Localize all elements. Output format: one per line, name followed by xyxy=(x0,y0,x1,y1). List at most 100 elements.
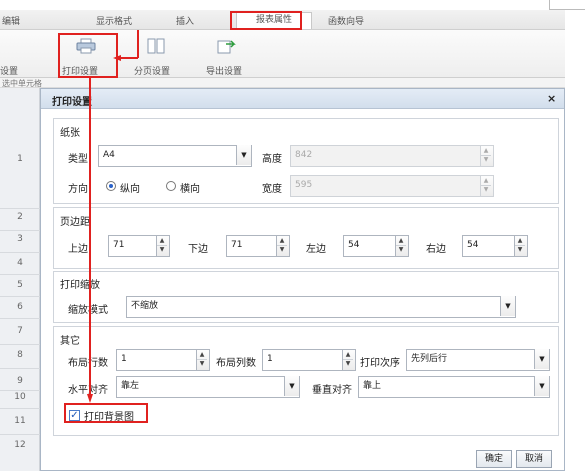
print-order-value: 先列后行 xyxy=(411,354,448,364)
landscape-label: 横向 xyxy=(180,184,200,195)
margin-left-stepper[interactable]: ▲ ▼ xyxy=(395,235,409,257)
margin-right-stepper[interactable]: ▲ ▼ xyxy=(514,235,528,257)
down-arrow-icon[interactable]: ▼ xyxy=(396,245,406,254)
window-corner xyxy=(549,0,585,10)
paging-icon[interactable] xyxy=(146,38,166,54)
row-number: 6 xyxy=(17,302,23,312)
landscape-radio[interactable] xyxy=(166,181,176,191)
export-setup-button[interactable]: 导出设置 xyxy=(206,64,242,77)
layout-rows-stepper[interactable]: ▲ ▼ xyxy=(196,349,210,371)
chevron-down-icon[interactable]: ▼ xyxy=(534,349,549,369)
close-icon[interactable]: × xyxy=(547,92,556,105)
paper-height-value: 842 xyxy=(295,150,313,160)
down-arrow-icon[interactable]: ▼ xyxy=(481,185,491,194)
annotation-line xyxy=(118,57,138,59)
margin-top-input[interactable]: 71 xyxy=(108,235,160,257)
paper-width-input[interactable]: 595 xyxy=(290,175,484,197)
tab-function-wizard[interactable]: 函数向导 xyxy=(328,14,364,27)
margins-section-title: 页边距 xyxy=(60,217,90,228)
chevron-down-icon[interactable]: ▼ xyxy=(500,296,515,316)
margin-left-input[interactable]: 54 xyxy=(343,235,399,257)
ok-button[interactable]: 确定 xyxy=(476,450,512,468)
paper-type-value: A4 xyxy=(103,150,115,160)
horizontal-align-select[interactable]: 靠左 ▼ xyxy=(116,376,300,398)
down-arrow-icon[interactable]: ▼ xyxy=(481,155,491,164)
scale-section-title: 打印缩放 xyxy=(60,280,100,291)
cancel-button[interactable]: 取消 xyxy=(516,450,552,468)
paper-width-label: 宽度 xyxy=(262,184,282,195)
margin-top-stepper[interactable]: ▲ ▼ xyxy=(156,235,170,257)
formula-bar: 选中单元格 xyxy=(0,78,565,88)
row-number: 2 xyxy=(17,212,23,222)
row-number: 4 xyxy=(17,258,23,268)
portrait-radio[interactable] xyxy=(106,181,116,191)
orientation-label: 方向 xyxy=(68,184,88,195)
dialog-title-bar[interactable] xyxy=(41,89,564,109)
margin-right-value: 54 xyxy=(467,240,479,250)
tab-display-format[interactable]: 显示格式 xyxy=(96,14,132,27)
row-divider xyxy=(0,274,40,275)
margin-right-input[interactable]: 54 xyxy=(462,235,518,257)
paper-type-select[interactable]: A4 ▼ xyxy=(98,145,252,167)
annotation-line xyxy=(137,30,139,58)
margin-bottom-stepper[interactable]: ▲ ▼ xyxy=(276,235,290,257)
row-divider xyxy=(0,390,40,391)
tab-insert[interactable]: 插入 xyxy=(176,14,194,27)
layout-rows-label: 布局行数 xyxy=(68,358,108,369)
annotation-box-tab xyxy=(230,11,302,30)
paper-height-stepper[interactable]: ▲ ▼ xyxy=(480,145,494,167)
down-arrow-icon[interactable]: ▼ xyxy=(197,359,207,368)
row-divider xyxy=(0,230,40,231)
export-icon[interactable] xyxy=(216,38,236,54)
annotation-arrow-icon xyxy=(113,55,121,61)
down-arrow-icon[interactable]: ▼ xyxy=(343,359,353,368)
row-number: 7 xyxy=(17,326,23,336)
paper-type-label: 类型 xyxy=(68,154,88,165)
layout-rows-value: 1 xyxy=(121,354,127,364)
vertical-align-select[interactable]: 靠上 ▼ xyxy=(358,376,550,398)
down-arrow-icon[interactable]: ▼ xyxy=(157,245,167,254)
down-arrow-icon[interactable]: ▼ xyxy=(515,245,525,254)
row-divider xyxy=(0,296,40,297)
chevron-down-icon[interactable]: ▼ xyxy=(236,145,251,165)
row-divider xyxy=(0,252,40,253)
layout-cols-input[interactable]: 1 xyxy=(262,349,346,371)
chevron-down-icon[interactable]: ▼ xyxy=(284,376,299,396)
margin-top-label: 上边 xyxy=(68,244,88,255)
annotation-box-print-setup xyxy=(58,33,118,78)
row-number: 10 xyxy=(14,392,26,402)
paper-width-value: 595 xyxy=(295,180,313,190)
other-section-title: 其它 xyxy=(60,336,80,347)
row-number: 1 xyxy=(17,154,23,164)
annotation-line xyxy=(89,78,91,398)
annotation-box-print-background xyxy=(64,403,148,423)
row-number: 5 xyxy=(17,280,23,290)
row-header-column: 1 2 3 4 5 6 7 8 9 10 11 12 xyxy=(0,88,40,471)
chevron-down-icon[interactable]: ▼ xyxy=(534,376,549,396)
layout-cols-stepper[interactable]: ▲ ▼ xyxy=(342,349,356,371)
row-number: 8 xyxy=(17,350,23,360)
scale-mode-select[interactable]: 不缩放 ▼ xyxy=(126,296,516,318)
paging-setup-button[interactable]: 分页设置 xyxy=(134,64,170,77)
layout-rows-input[interactable]: 1 xyxy=(116,349,200,371)
print-order-select[interactable]: 先列后行 ▼ xyxy=(406,349,550,371)
margin-bottom-input[interactable]: 71 xyxy=(226,235,280,257)
row-divider xyxy=(0,434,40,435)
paper-height-label: 高度 xyxy=(262,154,282,165)
margin-left-label: 左边 xyxy=(306,244,326,255)
vertical-align-value: 靠上 xyxy=(363,381,382,391)
paper-width-stepper[interactable]: ▲ ▼ xyxy=(480,175,494,197)
ribbon-left-cut-label: 设置 xyxy=(0,67,19,77)
vertical-align-label: 垂直对齐 xyxy=(312,385,352,396)
tab-edit[interactable]: 编辑 xyxy=(2,14,20,27)
print-order-label: 打印次序 xyxy=(360,358,400,369)
down-arrow-icon[interactable]: ▼ xyxy=(277,245,287,254)
row-divider xyxy=(0,318,40,319)
margin-top-value: 71 xyxy=(113,240,125,250)
row-divider xyxy=(0,208,40,209)
scale-mode-label: 缩放模式 xyxy=(68,305,108,316)
margin-bottom-value: 71 xyxy=(231,240,243,250)
portrait-label: 纵向 xyxy=(120,184,140,195)
layout-cols-label: 布局列数 xyxy=(216,358,256,369)
paper-height-input[interactable]: 842 xyxy=(290,145,484,167)
